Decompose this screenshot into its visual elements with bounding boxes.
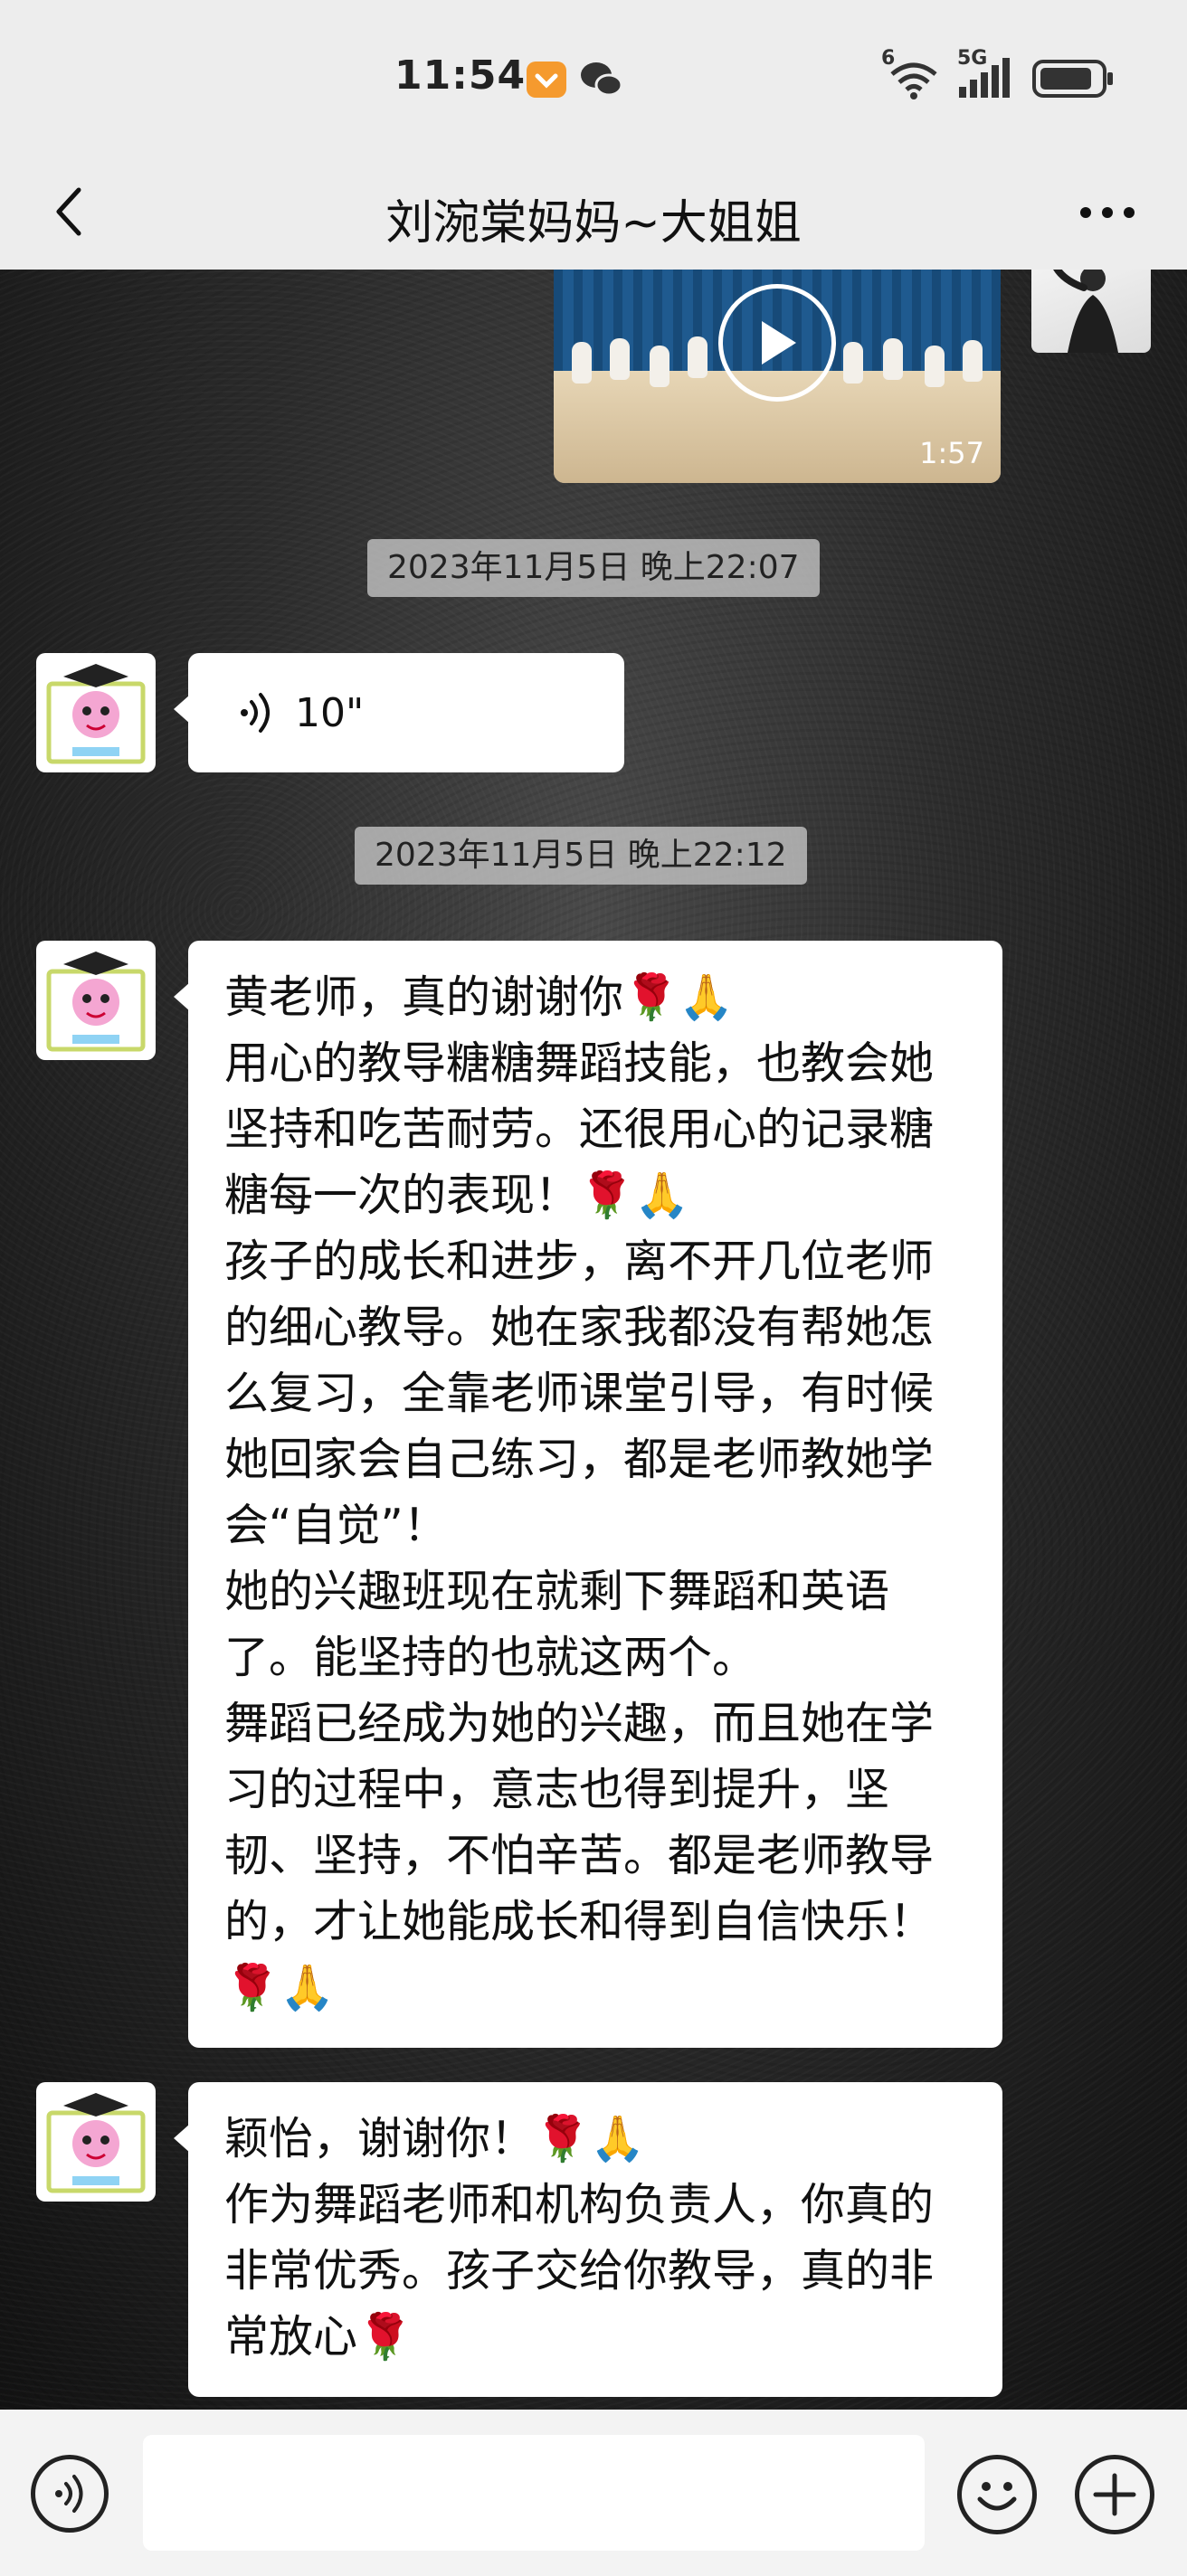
video-dancer [963, 340, 983, 382]
more-options-button[interactable] [1071, 181, 1144, 244]
signal-icon: 5G [957, 47, 1015, 101]
voice-wave-icon [241, 693, 270, 733]
input-bar [0, 2410, 1187, 2576]
app-notification-icon [527, 62, 566, 98]
emoji-button[interactable] [957, 2455, 1037, 2534]
signal-label: 5G [957, 47, 988, 70]
message-timestamp: 2023年11月5日 晚上22:07 [367, 539, 820, 597]
battery-icon [1031, 58, 1115, 99]
video-message[interactable]: 1:57 [554, 270, 1001, 483]
status-bar: 11:54 6 5G [0, 0, 1187, 154]
status-time: 11:54 [394, 52, 527, 99]
video-dancer [883, 338, 903, 380]
self-avatar[interactable] [1031, 270, 1151, 353]
play-button[interactable] [718, 284, 836, 402]
wifi-label: 6 [881, 47, 896, 70]
more-functions-button[interactable] [1075, 2455, 1154, 2534]
wifi-icon: 6 [881, 47, 941, 101]
voice-duration: 10" [295, 689, 365, 736]
message-paragraph: 舞蹈已经成为她的兴趣，而且她在学习的过程中，意志也得到提升，坚韧、坚持，不怕辛苦… [224, 1698, 935, 2013]
cartoon-avatar-image [46, 952, 146, 1052]
message-input[interactable] [143, 2435, 925, 2551]
contact-avatar[interactable] [36, 653, 156, 772]
emoji-icon [977, 2482, 1017, 2511]
contact-avatar[interactable] [36, 941, 156, 1060]
voice-message[interactable]: 10" [174, 653, 624, 772]
cartoon-avatar-image [46, 2093, 146, 2193]
chat-message-list[interactable]: 1:57 2023年11月5日 晚上22:07 10" 2023年11月5日 晚… [0, 270, 1187, 2410]
chat-title: 刘涴棠妈妈~大姐姐 [385, 196, 802, 251]
video-dancer [650, 346, 669, 387]
voice-input-toggle-button[interactable] [31, 2455, 109, 2533]
video-dancer [843, 342, 863, 384]
message-timestamp: 2023年11月5日 晚上22:12 [355, 827, 807, 885]
text-message[interactable]: 黄老师，真的谢谢你🌹🙏 用心的教导糖糖舞蹈技能，也教会她坚持和吃苦耐劳。还很用心… [174, 941, 1002, 2048]
message-paragraph: 孩子的成长和进步，离不开几位老师的细心教导。她在家我都没有帮她怎么复习，全靠老师… [224, 1236, 935, 1551]
wechat-icon [579, 60, 624, 103]
message-paragraph: 颖怡，谢谢你！🌹🙏 [224, 2113, 646, 2164]
message-paragraph: 用心的教导糖糖舞蹈技能，也教会她坚持和吃苦耐劳。还很用心的记录糖糖每一次的表现！… [224, 1037, 935, 1221]
message-paragraph: 作为舞蹈老师和机构负责人，你真的非常优秀。孩子交给你教导，真的非常放心🌹 [224, 2179, 935, 2363]
self-avatar-photo [1053, 270, 1118, 353]
play-icon [762, 321, 796, 365]
cartoon-avatar-image [46, 664, 146, 764]
voice-toggle-icon [55, 2475, 83, 2513]
chat-header: 刘涴棠妈妈~大姐姐 [0, 154, 1187, 270]
message-paragraph: 她的兴趣班现在就剩下舞蹈和英语了。能坚持的也就这两个。 [224, 1566, 890, 1683]
video-dancer [610, 338, 630, 380]
text-message[interactable]: 颖怡，谢谢你！🌹🙏 作为舞蹈老师和机构负责人，你真的非常优秀。孩子交给你教导，真… [174, 2082, 1002, 2397]
video-dancer [925, 346, 945, 387]
video-dancer [688, 336, 707, 378]
more-dots-icon [1080, 207, 1135, 218]
video-duration: 1:57 [919, 436, 984, 470]
message-paragraph: 黄老师，真的谢谢你🌹🙏 [224, 971, 735, 1023]
video-dancer [572, 342, 592, 384]
contact-avatar[interactable] [36, 2082, 156, 2202]
plus-icon [1093, 2473, 1136, 2516]
